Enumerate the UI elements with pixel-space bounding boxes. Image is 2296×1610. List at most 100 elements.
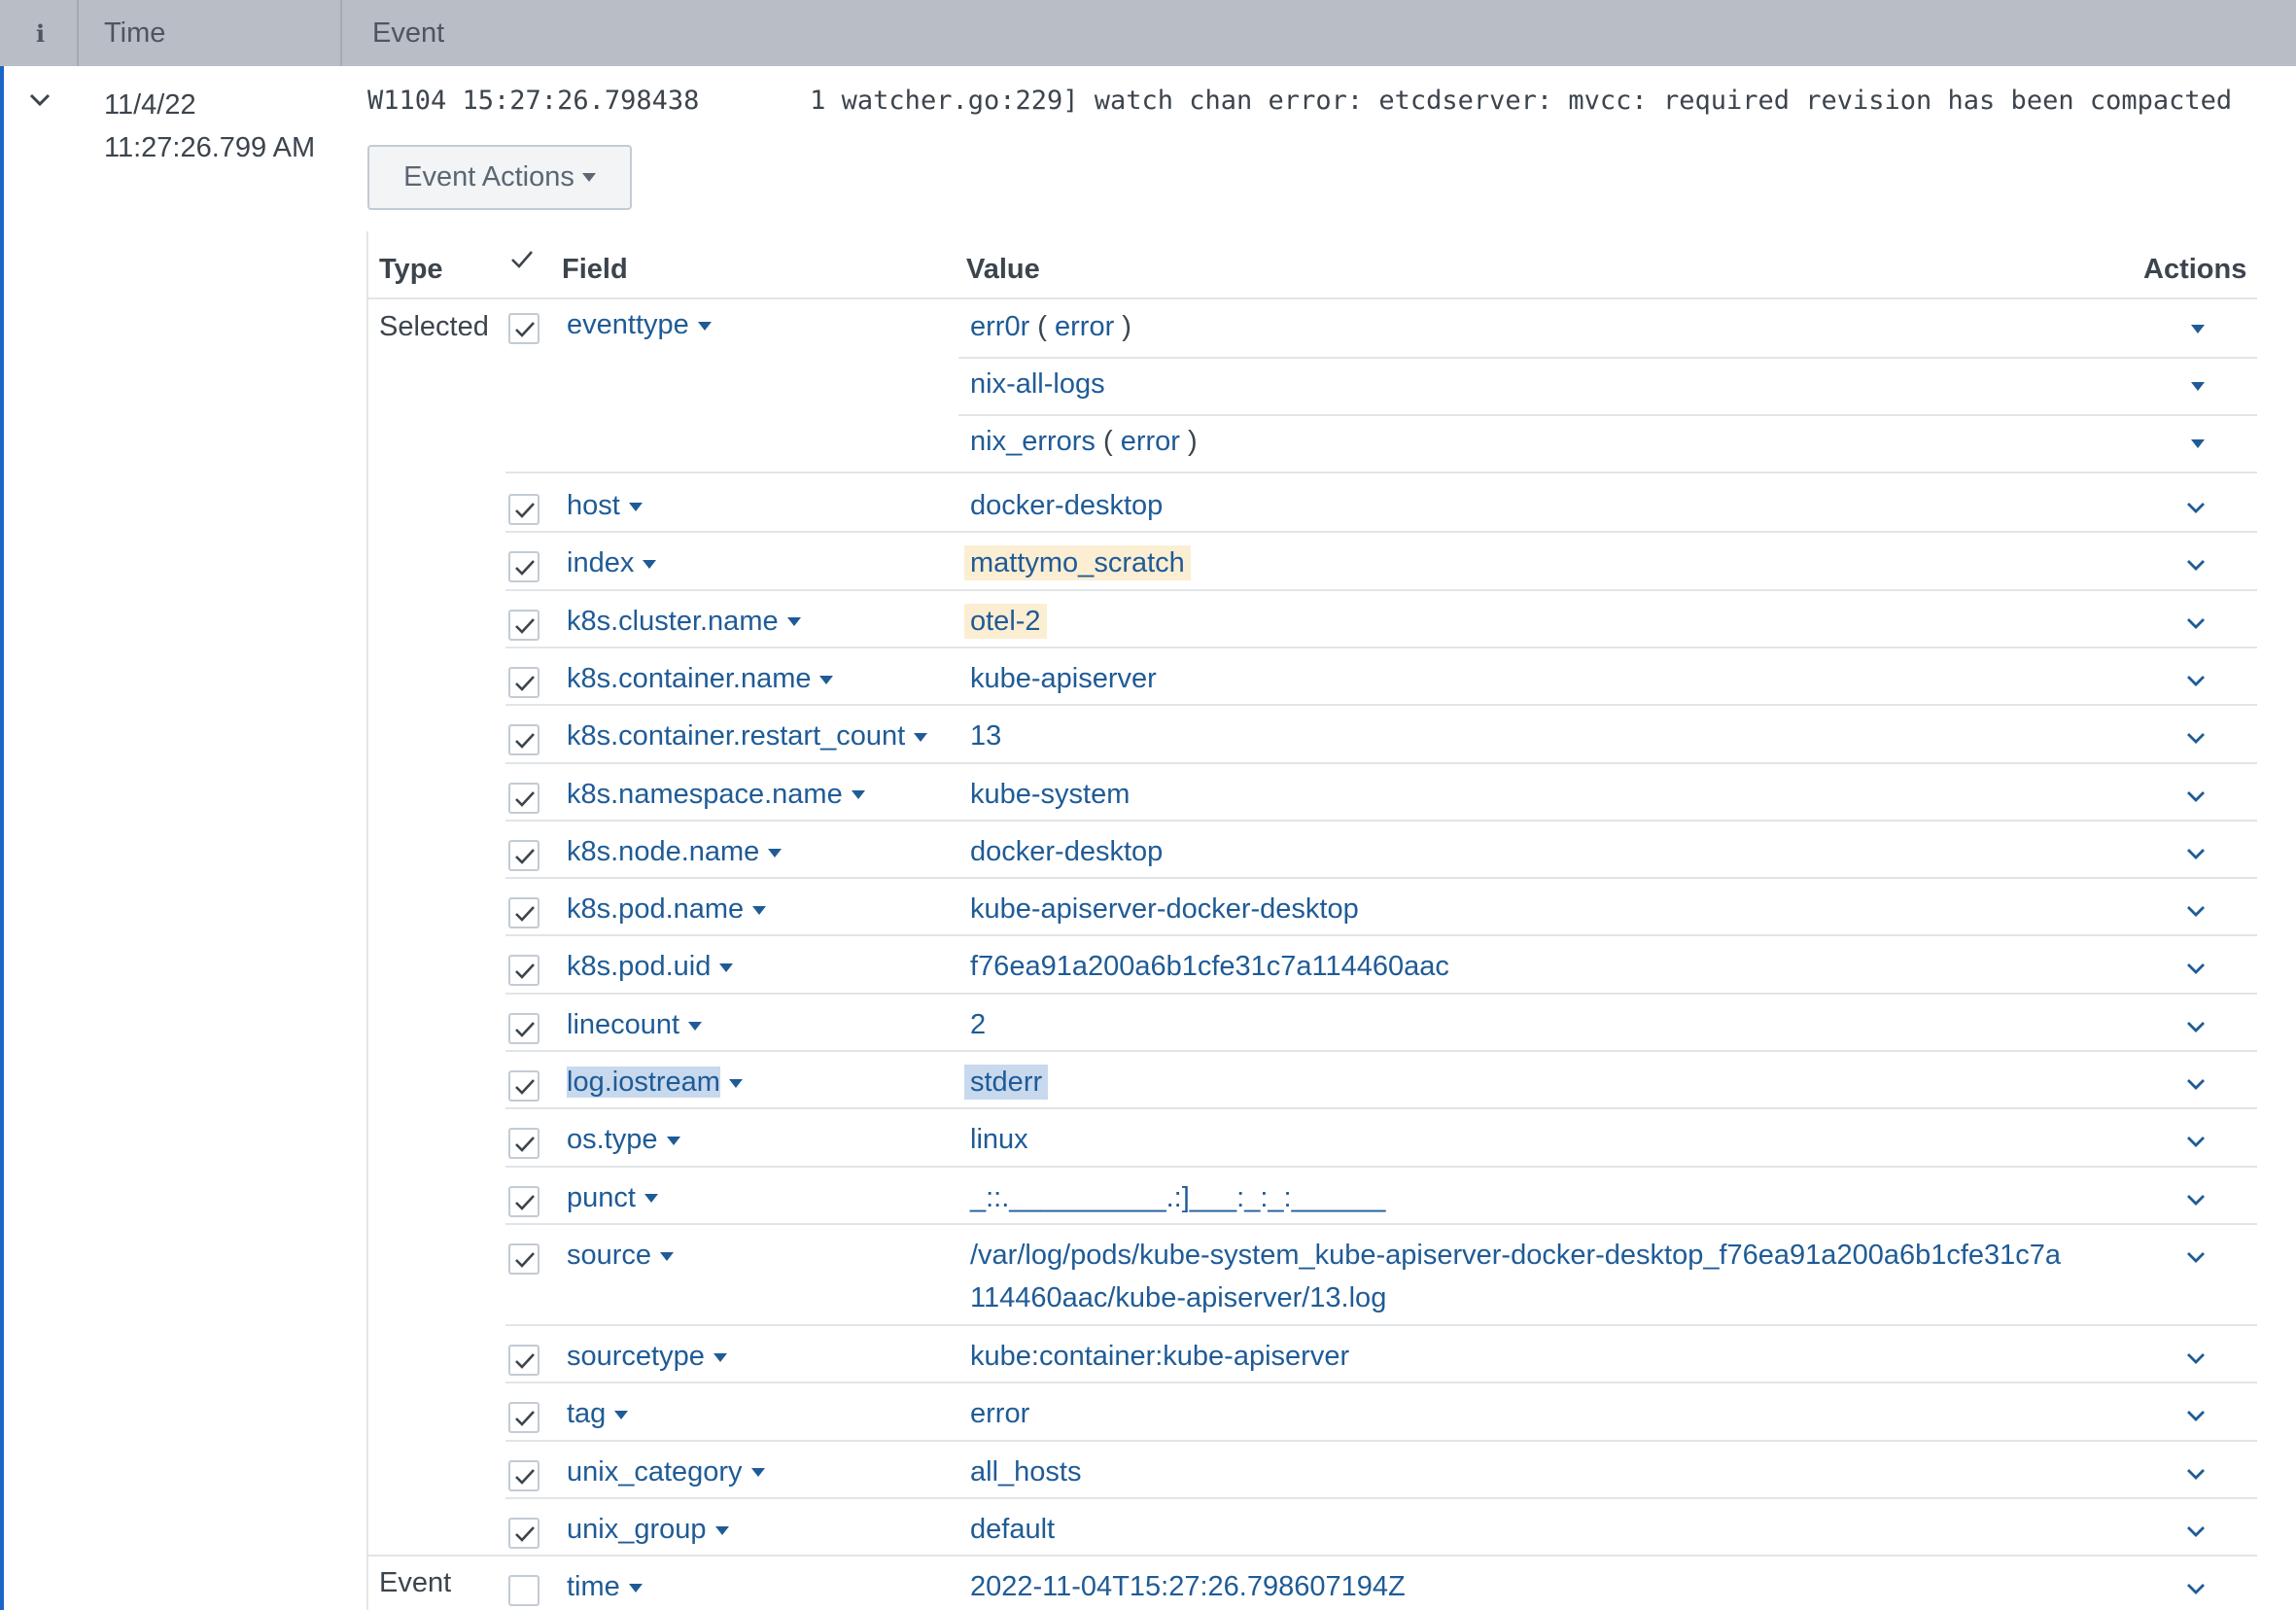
select-all-checkbox[interactable] (508, 246, 536, 273)
field-name-index[interactable]: index (567, 547, 657, 579)
field-value-k8s-container-restart-count[interactable]: 13 (970, 715, 1001, 757)
field-name-log-iostream[interactable]: log.iostream (567, 1067, 743, 1099)
field-actions-chevron[interactable] (2183, 671, 2209, 690)
field-value-text: docker-desktop (970, 490, 1164, 521)
field-checkbox-k8s-namespace-name[interactable] (508, 782, 539, 814)
field-value-tag[interactable]: error (970, 1392, 1029, 1435)
field-value-time[interactable]: 2022-11-04T15:27:26.798607194Z (970, 1565, 1406, 1608)
field-checkbox-k8s-pod-name[interactable] (508, 897, 539, 929)
value-column-header: Value (966, 254, 1040, 285)
eventtype-value[interactable]: nix_errors ( error ) (970, 420, 1198, 463)
field-checkbox-k8s-cluster-name[interactable] (508, 609, 539, 641)
info-column-header[interactable]: i (4, 0, 77, 66)
event-column-header[interactable]: Event (372, 18, 444, 50)
field-actions-chevron[interactable] (2183, 844, 2209, 863)
field-name-punct[interactable]: punct (567, 1182, 658, 1214)
field-checkbox-log-iostream[interactable] (508, 1070, 539, 1102)
field-checkbox-tag[interactable] (508, 1402, 539, 1434)
field-checkbox-os-type[interactable] (508, 1128, 539, 1160)
field-checkbox-eventtype[interactable] (508, 313, 539, 344)
check-icon (515, 963, 535, 980)
field-name-k8s-pod-uid[interactable]: k8s.pod.uid (567, 951, 734, 983)
field-checkbox-k8s-container-name[interactable] (508, 666, 539, 698)
field-value-unix-group[interactable]: default (970, 1508, 1055, 1551)
field-value-k8s-namespace-name[interactable]: kube-system (970, 773, 1130, 816)
field-checkbox-index[interactable] (508, 551, 539, 583)
collapse-event-toggle[interactable] (25, 86, 54, 115)
field-checkbox-unix-group[interactable] (508, 1517, 539, 1549)
field-value-text: 2022-11-04T15:27:26.798607194Z (970, 1571, 1406, 1603)
field-value-log-iostream[interactable]: stderr (964, 1061, 1049, 1103)
field-name-tag[interactable]: tag (567, 1398, 629, 1430)
field-checkbox-k8s-node-name[interactable] (508, 839, 539, 871)
field-name-time[interactable]: time (567, 1571, 643, 1603)
field-checkbox-sourcetype[interactable] (508, 1344, 539, 1376)
field-checkbox-k8s-container-restart-count[interactable] (508, 724, 539, 756)
field-actions-chevron[interactable] (2183, 1190, 2209, 1209)
field-value-k8s-container-name[interactable]: kube-apiserver (970, 657, 1157, 700)
chevron-down-icon (2187, 1021, 2205, 1032)
field-actions-chevron[interactable] (2183, 1579, 2209, 1598)
field-name-linecount[interactable]: linecount (567, 1009, 703, 1041)
field-name-k8s-container-name[interactable]: k8s.container.name (567, 663, 834, 695)
field-actions-chevron[interactable] (2183, 1522, 2209, 1541)
time-column-header[interactable]: Time (104, 18, 165, 50)
field-value-index[interactable]: mattymo_scratch (964, 542, 1191, 584)
eventtype-value[interactable]: nix-all-logs (970, 363, 1105, 405)
eventtype-value[interactable]: err0r ( error ) (970, 305, 1131, 348)
field-actions-chevron[interactable] (2183, 787, 2209, 806)
field-value-k8s-pod-name[interactable]: kube-apiserver-docker-desktop (970, 888, 1359, 930)
field-checkbox-linecount[interactable] (508, 1012, 539, 1044)
field-actions-chevron[interactable] (2183, 1074, 2209, 1094)
field-actions-chevron[interactable] (2183, 959, 2209, 978)
field-name-source[interactable]: source (567, 1240, 675, 1272)
event-actions-button[interactable]: Event Actions (367, 145, 632, 210)
field-checkbox-unix-category[interactable] (508, 1459, 539, 1491)
value-actions-caret[interactable] (2191, 321, 2205, 338)
field-name-k8s-container-restart-count[interactable]: k8s.container.restart_count (567, 720, 928, 752)
field-name-unix-category[interactable]: unix_category (567, 1456, 765, 1488)
field-actions-chevron[interactable] (2183, 728, 2209, 748)
field-actions-chevron[interactable] (2183, 613, 2209, 633)
field-actions-chevron[interactable] (2183, 901, 2209, 921)
field-checkbox-punct[interactable] (508, 1185, 539, 1217)
field-name-sourcetype[interactable]: sourcetype (567, 1341, 727, 1373)
field-value-k8s-pod-uid[interactable]: f76ea91a200a6b1cfe31c7a114460aac (970, 945, 1449, 988)
field-name-k8s-namespace-name[interactable]: k8s.namespace.name (567, 779, 865, 811)
field-actions-chevron[interactable] (2183, 1132, 2209, 1151)
field-value-host[interactable]: docker-desktop (970, 484, 1163, 527)
field-name-k8s-node-name[interactable]: k8s.node.name (567, 836, 783, 868)
field-name-host[interactable]: host (567, 490, 643, 522)
eventtype-tag[interactable]: error (1055, 311, 1114, 342)
field-name-eventtype[interactable]: eventtype (567, 309, 712, 341)
field-value-unix-category[interactable]: all_hosts (970, 1451, 1081, 1493)
field-actions-chevron[interactable] (2183, 1348, 2209, 1368)
field-checkbox-host[interactable] (508, 494, 539, 525)
field-name-text: time (567, 1571, 620, 1603)
field-name-k8s-cluster-name[interactable]: k8s.cluster.name (567, 606, 801, 638)
field-name-unix-group[interactable]: unix_group (567, 1514, 729, 1546)
field-actions-chevron[interactable] (2183, 498, 2209, 517)
field-value-source[interactable]: /var/log/pods/kube-system_kube-apiserver… (970, 1234, 2061, 1319)
field-value-k8s-cluster-name[interactable]: otel-2 (964, 600, 1047, 643)
field-value-k8s-node-name[interactable]: docker-desktop (970, 830, 1163, 873)
value-actions-caret[interactable] (2191, 436, 2205, 453)
field-name-k8s-pod-name[interactable]: k8s.pod.name (567, 893, 767, 926)
field-value-punct[interactable]: _::.__________.:]___:_:_:______ (970, 1176, 1385, 1219)
field-actions-chevron[interactable] (2183, 1017, 2209, 1036)
field-value-os-type[interactable]: linux (970, 1118, 1028, 1161)
caret-down-icon (2191, 382, 2205, 391)
row-divider (505, 588, 2257, 591)
field-checkbox-k8s-pod-uid[interactable] (508, 955, 539, 987)
field-value-sourcetype[interactable]: kube:container:kube-apiserver (970, 1335, 1349, 1378)
eventtype-tag[interactable]: error (1121, 426, 1180, 457)
field-actions-chevron[interactable] (2183, 1406, 2209, 1425)
field-checkbox-time[interactable] (508, 1575, 539, 1607)
field-checkbox-source[interactable] (508, 1242, 539, 1275)
field-value-linecount[interactable]: 2 (970, 1003, 986, 1046)
field-actions-chevron[interactable] (2183, 1464, 2209, 1484)
field-actions-chevron[interactable] (2183, 555, 2209, 575)
field-name-os-type[interactable]: os.type (567, 1124, 680, 1156)
field-actions-chevron[interactable] (2183, 1247, 2209, 1267)
value-actions-caret[interactable] (2191, 378, 2205, 396)
